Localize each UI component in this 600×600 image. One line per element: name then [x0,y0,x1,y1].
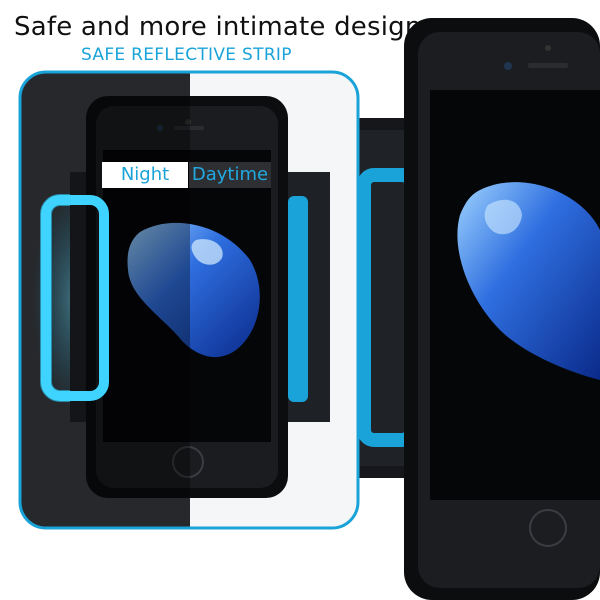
daytime-label: Daytime [189,162,271,188]
night-label: Night [102,162,188,188]
product-illustration [18,18,600,600]
comparison-panel [18,70,360,530]
